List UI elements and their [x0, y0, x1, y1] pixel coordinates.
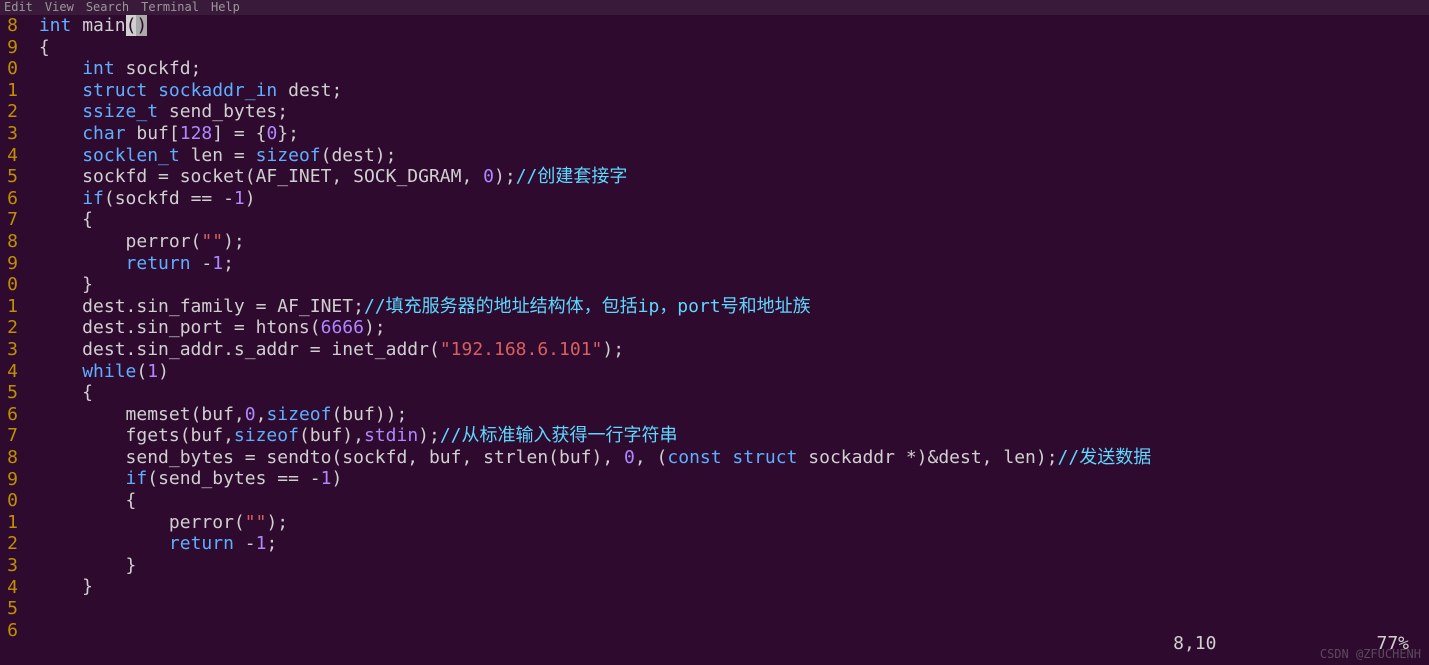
- code-line[interactable]: 6 memset(buf,0,sizeof(buf));: [18, 404, 1429, 426]
- code-content[interactable]: while(1): [28, 361, 169, 383]
- code-line[interactable]: 1 struct sockaddr_in dest;: [18, 80, 1429, 102]
- code-line[interactable]: 0 int sockfd;: [18, 58, 1429, 80]
- code-line[interactable]: 2 return -1;: [18, 533, 1429, 555]
- menu-search[interactable]: Search: [86, 0, 129, 15]
- line-number: 4: [0, 577, 18, 599]
- line-number: 7: [0, 209, 18, 231]
- watermark: CSDN @ZFUCHENH: [1320, 647, 1421, 661]
- line-number: 5: [0, 598, 18, 620]
- code-content[interactable]: {: [28, 490, 136, 512]
- code-line[interactable]: 1 dest.sin_family = AF_INET;//填充服务器的地址结构…: [18, 296, 1429, 318]
- menu-view[interactable]: View: [45, 0, 74, 15]
- line-number: 0: [0, 490, 18, 512]
- code-content[interactable]: ssize_t send_bytes;: [28, 101, 288, 123]
- line-number: 9: [0, 253, 18, 275]
- code-content[interactable]: dest.sin_family = AF_INET;//填充服务器的地址结构体，…: [28, 296, 811, 318]
- code-line[interactable]: 6 if(sockfd == -1): [18, 188, 1429, 210]
- line-number: 6: [0, 188, 18, 210]
- code-line[interactable]: 9 return -1;: [18, 253, 1429, 275]
- menubar[interactable]: Edit View Search Terminal Help: [0, 0, 1429, 15]
- code-line[interactable]: 8 send_bytes = sendto(sockfd, buf, strle…: [18, 447, 1429, 469]
- line-number: 5: [0, 382, 18, 404]
- code-line[interactable]: 3 dest.sin_addr.s_addr = inet_addr("192.…: [18, 339, 1429, 361]
- code-line[interactable]: 7 fgets(buf,sizeof(buf),stdin);//从标准输入获得…: [18, 425, 1429, 447]
- line-number: 2: [0, 101, 18, 123]
- code-line[interactable]: 2 dest.sin_port = htons(6666);: [18, 317, 1429, 339]
- code-line[interactable]: 2 ssize_t send_bytes;: [18, 101, 1429, 123]
- line-number: 8: [0, 231, 18, 253]
- code-content[interactable]: struct sockaddr_in dest;: [28, 80, 342, 102]
- line-number: 3: [0, 555, 18, 577]
- cursor-position: 8,10: [1173, 633, 1216, 655]
- code-content[interactable]: int sockfd;: [28, 58, 201, 80]
- code-line[interactable]: 8 perror("");: [18, 231, 1429, 253]
- code-content[interactable]: if(send_bytes == -1): [28, 468, 342, 490]
- code-content[interactable]: }: [28, 576, 93, 598]
- code-content[interactable]: dest.sin_addr.s_addr = inet_addr("192.16…: [28, 339, 624, 361]
- line-number: 1: [0, 80, 18, 102]
- code-content[interactable]: perror("");: [28, 231, 245, 253]
- line-number: 2: [0, 317, 18, 339]
- code-line[interactable]: 3 char buf[128] = {0};: [18, 123, 1429, 145]
- line-number: 2: [0, 533, 18, 555]
- code-line[interactable]: 1 perror("");: [18, 512, 1429, 534]
- code-content[interactable]: dest.sin_port = htons(6666);: [28, 317, 386, 339]
- code-line[interactable]: 9 if(send_bytes == -1): [18, 468, 1429, 490]
- code-line[interactable]: 7 {: [18, 209, 1429, 231]
- code-line[interactable]: 5 {: [18, 382, 1429, 404]
- code-line[interactable]: 4 socklen_t len = sizeof(dest);: [18, 145, 1429, 167]
- code-line[interactable]: 5 sockfd = socket(AF_INET, SOCK_DGRAM, 0…: [18, 166, 1429, 188]
- line-number: 1: [0, 296, 18, 318]
- line-number: 8: [0, 15, 18, 37]
- code-content[interactable]: if(sockfd == -1): [28, 188, 256, 210]
- code-editor[interactable]: 8 int main()9 {0 int sockfd;1 struct soc…: [0, 15, 1429, 598]
- code-content[interactable]: return -1;: [28, 253, 234, 275]
- code-line[interactable]: 8 int main(): [18, 15, 1429, 37]
- code-content[interactable]: fgets(buf,sizeof(buf),stdin);//从标准输入获得一行…: [28, 425, 678, 447]
- code-content[interactable]: char buf[128] = {0};: [28, 123, 299, 145]
- code-content[interactable]: {: [28, 209, 93, 231]
- line-number: 4: [0, 361, 18, 383]
- code-line[interactable]: 9 {: [18, 37, 1429, 59]
- code-line[interactable]: 0 {: [18, 490, 1429, 512]
- line-number: 9: [0, 37, 18, 59]
- code-content[interactable]: return -1;: [28, 533, 277, 555]
- code-line[interactable]: 5 }: [18, 576, 1429, 598]
- menu-edit[interactable]: Edit: [4, 0, 33, 15]
- code-content[interactable]: int main(): [28, 15, 147, 37]
- line-number: 3: [0, 339, 18, 361]
- line-number: 8: [0, 447, 18, 469]
- code-content[interactable]: }: [28, 555, 136, 577]
- line-number: 7: [0, 425, 18, 447]
- code-content[interactable]: memset(buf,0,sizeof(buf));: [28, 404, 407, 426]
- code-line[interactable]: 4 while(1): [18, 361, 1429, 383]
- code-content[interactable]: perror("");: [28, 512, 288, 534]
- code-content[interactable]: }: [28, 274, 93, 296]
- line-number: 6: [0, 404, 18, 426]
- code-line[interactable]: 0 }: [18, 274, 1429, 296]
- line-number: 1: [0, 512, 18, 534]
- line-number: 4: [0, 145, 18, 167]
- line-number: 5: [0, 166, 18, 188]
- line-number: 3: [0, 123, 18, 145]
- code-content[interactable]: send_bytes = sendto(sockfd, buf, strlen(…: [28, 447, 1151, 469]
- code-content[interactable]: {: [28, 37, 50, 59]
- code-line[interactable]: 3 }: [18, 555, 1429, 577]
- code-content[interactable]: {: [28, 382, 93, 404]
- menu-help[interactable]: Help: [211, 0, 240, 15]
- line-number: 9: [0, 469, 18, 491]
- menu-terminal[interactable]: Terminal: [141, 0, 199, 15]
- line-number: 0: [0, 58, 18, 80]
- code-content[interactable]: socklen_t len = sizeof(dest);: [28, 145, 396, 167]
- code-content[interactable]: sockfd = socket(AF_INET, SOCK_DGRAM, 0);…: [28, 166, 627, 188]
- line-number: 0: [0, 274, 18, 296]
- line-number: 6: [0, 620, 18, 642]
